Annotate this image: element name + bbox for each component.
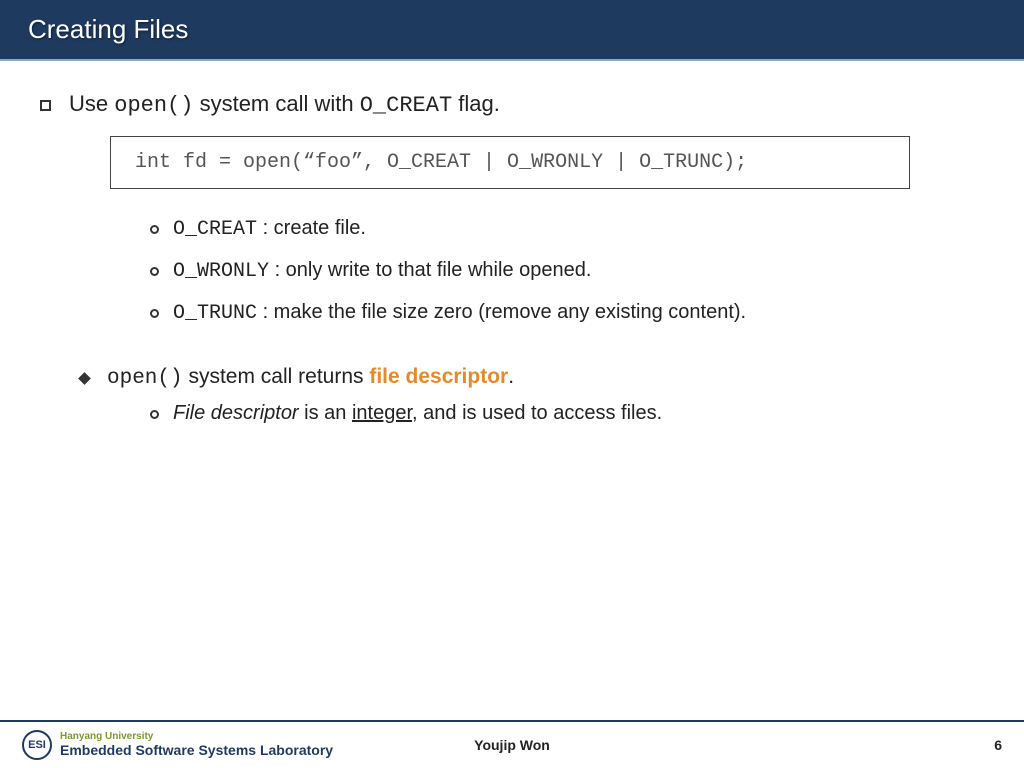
flag-item: O_TRUNC : make the file size zero (remov… <box>150 301 984 325</box>
text: : create file. <box>257 217 366 239</box>
slide-title: Creating Files <box>0 0 1024 61</box>
diamond-bullet-icon <box>78 372 91 385</box>
code-inline: open() <box>114 93 193 118</box>
italic-text: File descriptor <box>173 402 299 424</box>
code-inline: O_WRONLY <box>173 260 269 283</box>
lab-logo-icon: ESI <box>22 730 52 760</box>
text: : make the file size zero (remove any ex… <box>257 301 746 323</box>
text: is an <box>299 402 352 424</box>
code-inline: O_CREAT <box>173 218 257 241</box>
author-name: Youjip Won <box>474 737 550 753</box>
circle-bullet-icon <box>150 309 159 318</box>
code-block: int fd = open(“foo”, O_CREAT | O_WRONLY … <box>110 136 910 189</box>
code-inline: O_CREAT <box>360 93 452 118</box>
slide-footer: ESI Hanyang University Embedded Software… <box>0 720 1024 768</box>
text: : only write to that file while opened. <box>269 259 591 281</box>
bullet-main-1: Use open() system call with O_CREAT flag… <box>40 91 984 118</box>
sub-list-2: File descriptor is an integer, and is us… <box>150 402 984 425</box>
flag-item: O_CREAT : create file. <box>150 217 984 241</box>
text: Use <box>69 91 114 116</box>
sub-item: File descriptor is an integer, and is us… <box>150 402 984 425</box>
flag-list: O_CREAT : create file. O_WRONLY : only w… <box>150 217 984 325</box>
flag-item: O_WRONLY : only write to that file while… <box>150 259 984 283</box>
text: , and is used to access files. <box>412 402 662 424</box>
slide-content: Use open() system call with O_CREAT flag… <box>0 61 1024 425</box>
footer-left: ESI Hanyang University Embedded Software… <box>22 730 333 760</box>
highlight-text: file descriptor <box>369 365 508 388</box>
underline-text: integer <box>352 402 412 424</box>
circle-bullet-icon <box>150 225 159 234</box>
bullet-main-2: open() system call returns file descript… <box>40 365 984 390</box>
text: . <box>508 365 514 388</box>
page-number: 6 <box>994 737 1002 753</box>
text: system call returns <box>183 365 370 388</box>
code-inline: open() <box>107 367 183 390</box>
text: flag. <box>452 91 500 116</box>
lab-name: Embedded Software Systems Laboratory <box>60 743 333 758</box>
square-bullet-icon <box>40 100 51 111</box>
circle-bullet-icon <box>150 410 159 419</box>
code-inline: O_TRUNC <box>173 302 257 325</box>
circle-bullet-icon <box>150 267 159 276</box>
text: system call with <box>193 91 359 116</box>
